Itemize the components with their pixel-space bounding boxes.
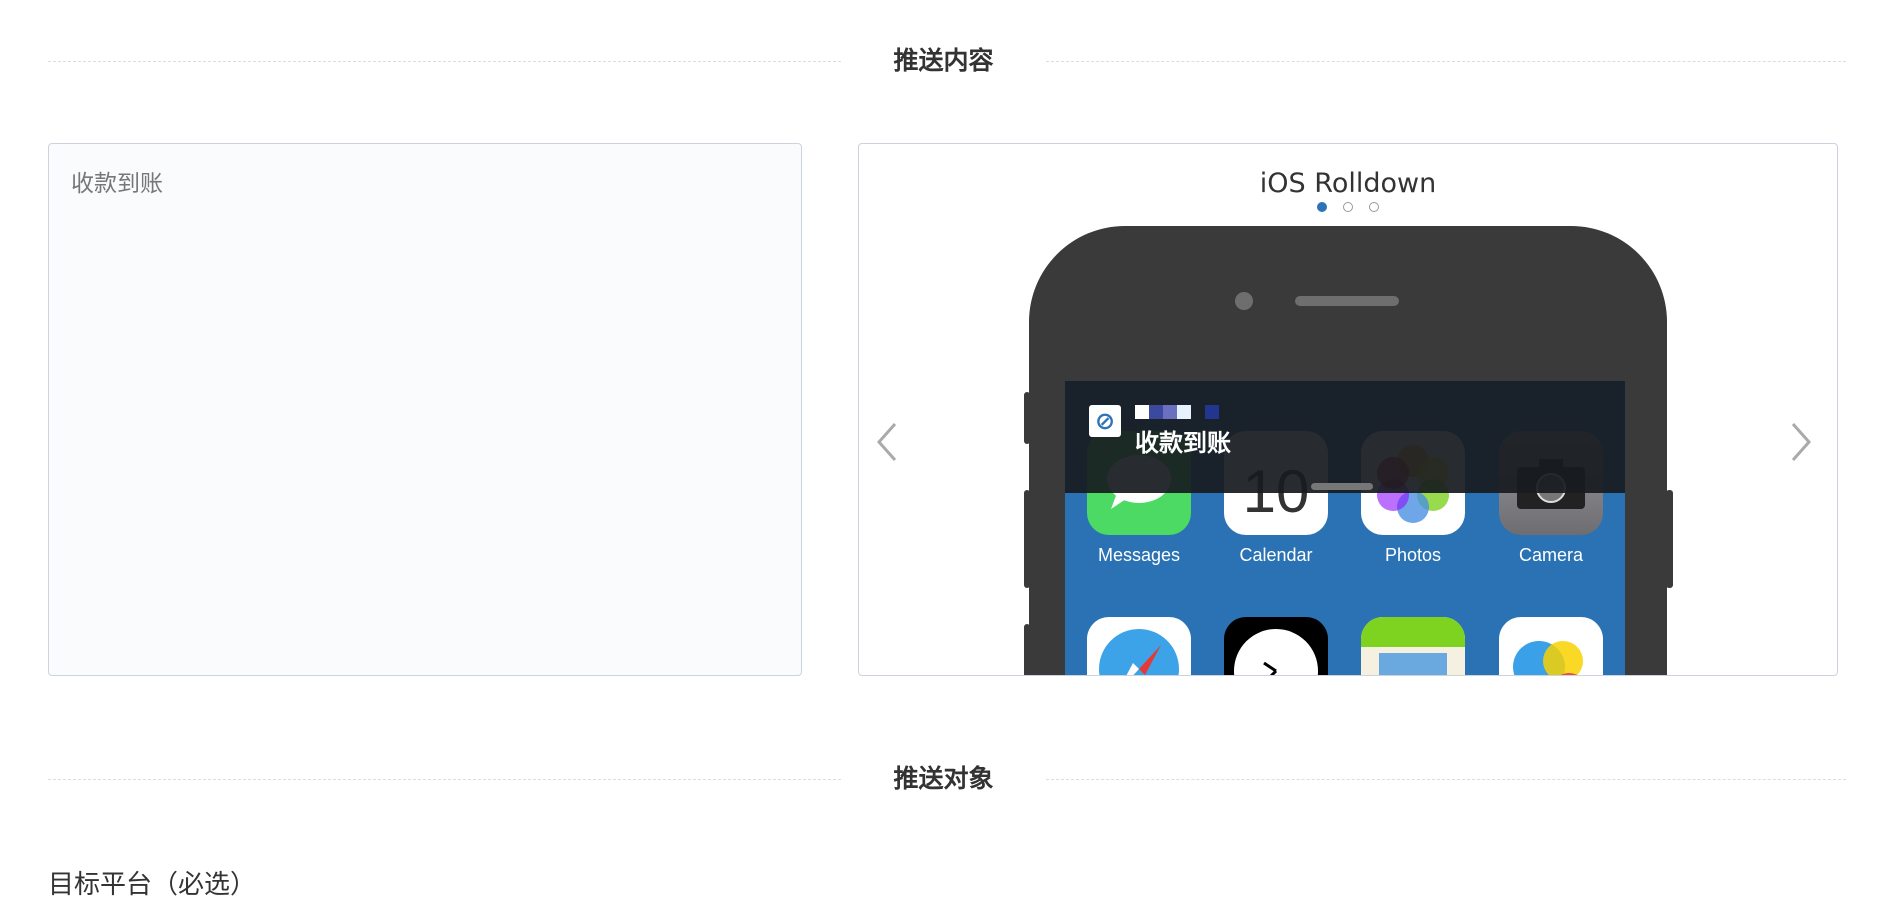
divider-line-left <box>48 61 841 62</box>
app-label: Messages <box>1097 545 1181 565</box>
phone-volume-up <box>1024 490 1030 588</box>
app-clock <box>1224 617 1328 675</box>
push-content-textarea[interactable]: 收款到账 <box>48 143 802 676</box>
preview-panel: iOS Rolldown Messages Calendar Photos Ca… <box>858 143 1838 676</box>
carousel-dot-2[interactable] <box>1343 202 1353 212</box>
notification-grabber[interactable] <box>1311 483 1373 490</box>
phone-side-button <box>1024 392 1030 444</box>
phone-screen: Messages 10 Calendar <box>1065 381 1625 675</box>
section-title-content: 推送内容 <box>893 46 994 75</box>
app-label: Photos <box>1384 545 1442 565</box>
safari-icon <box>1087 617 1191 675</box>
carousel-prev-button[interactable] <box>867 412 907 472</box>
section-divider-target: 推送对象 <box>48 765 1846 793</box>
app-logo-icon: ⊘ <box>1089 405 1121 437</box>
target-platform-label: 目标平台（必选） <box>48 870 257 900</box>
divider-line-right <box>1046 779 1846 780</box>
divider-line-right <box>1046 61 1846 62</box>
section-divider-content: 推送内容 <box>48 47 1846 75</box>
clock-icon <box>1224 617 1328 675</box>
phone-camera-sensor <box>1235 292 1253 310</box>
notification-banner[interactable]: ⊘ 收款到账 <box>1065 381 1625 493</box>
push-content-text[interactable]: 收款到账 <box>71 164 779 198</box>
carousel-next-button[interactable] <box>1781 412 1821 472</box>
carousel-dot-1[interactable] <box>1317 202 1327 212</box>
phone-volume-down <box>1024 624 1030 675</box>
app-game-center <box>1499 617 1603 675</box>
app-maps <box>1361 617 1465 675</box>
preview-title: iOS Rolldown <box>1259 168 1437 199</box>
notification-message: 收款到账 <box>1135 429 1231 457</box>
app-label: Calendar <box>1239 545 1313 565</box>
phone-power-button <box>1666 490 1673 588</box>
chevron-left-icon <box>876 423 897 461</box>
phone-mockup: Messages 10 Calendar <box>1024 226 1673 675</box>
divider-line-left <box>48 779 841 780</box>
carousel-dots <box>859 202 1837 212</box>
app-safari <box>1087 617 1191 675</box>
carousel-dot-3[interactable] <box>1369 202 1379 212</box>
game-center-icon <box>1499 617 1603 675</box>
phone-speaker <box>1295 296 1399 306</box>
maps-icon <box>1361 617 1465 675</box>
app-label: Camera <box>1518 545 1584 565</box>
chevron-right-icon <box>1791 423 1812 461</box>
section-title-target: 推送对象 <box>893 764 994 793</box>
